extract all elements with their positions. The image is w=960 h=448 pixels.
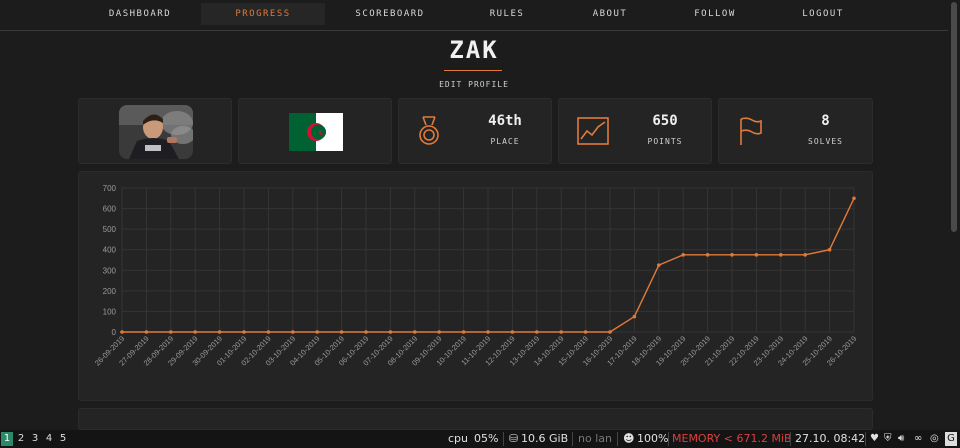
lan-status: no lan: [578, 432, 612, 445]
battery-icon: ☻: [623, 432, 635, 445]
y-tick-label: 400: [103, 246, 117, 255]
progress-chart: 010020030040050060070026-09-201927-09-20…: [93, 184, 858, 368]
workspace-1[interactable]: 1: [1, 432, 13, 446]
y-tick-label: 700: [103, 184, 117, 193]
tray-volume-icon[interactable]: 🔊︎: [898, 432, 904, 446]
title-underline: [444, 70, 502, 71]
clock: 27.10. 08:42: [795, 432, 866, 445]
edit-profile-link[interactable]: EDIT PROFILE: [0, 80, 948, 89]
data-point: [193, 330, 197, 334]
chart-icon: [575, 113, 611, 149]
solves-label: SOLVES: [808, 137, 843, 146]
data-point: [852, 196, 856, 201]
data-point: [217, 330, 222, 334]
tray-app-icon[interactable]: ◎: [930, 432, 939, 446]
place-value: 46th: [488, 113, 522, 129]
disk-usage: 10.6 GiB: [521, 432, 569, 445]
medal-icon: [411, 113, 447, 149]
nav-scoreboard[interactable]: SCOREBOARD: [328, 3, 452, 25]
y-tick-label: 600: [103, 205, 117, 214]
points-value: 650: [652, 113, 678, 129]
solves-value: 8: [821, 113, 830, 129]
country-card: [238, 98, 392, 164]
nav-logout[interactable]: LOGOUT: [761, 3, 885, 25]
data-point: [315, 330, 319, 334]
data-point: [388, 330, 393, 334]
cpu-label: cpu: [448, 432, 469, 445]
place-card: 46th PLACE: [398, 98, 552, 164]
tray-g-icon[interactable]: G: [945, 432, 957, 446]
separator: [503, 432, 504, 446]
y-tick-label: 300: [103, 266, 117, 275]
disk-icon: ⛁: [509, 432, 519, 445]
data-point: [559, 330, 563, 334]
separator: [865, 432, 866, 446]
tray-shield-icon[interactable]: ⛨: [884, 432, 892, 446]
scrollbar-thumb[interactable]: [951, 2, 957, 232]
separator: [572, 432, 573, 446]
data-point: [486, 330, 490, 334]
data-point: [461, 330, 466, 334]
separator: [617, 432, 618, 446]
y-tick-label: 0: [112, 328, 117, 337]
memory-usage: MEMORY < 671.2 MiB: [672, 432, 792, 445]
battery-level: 100%: [637, 432, 669, 445]
flag-icon: [731, 113, 767, 149]
data-point: [364, 330, 368, 334]
workspace-4[interactable]: 4: [43, 432, 55, 446]
data-point: [632, 314, 637, 319]
nav-progress[interactable]: PROGRESS: [201, 3, 325, 25]
separator: [790, 432, 791, 446]
next-card: [78, 408, 873, 430]
place-label: PLACE: [490, 137, 520, 146]
separator: [668, 432, 669, 446]
data-point: [608, 330, 612, 334]
tray-link-icon[interactable]: ∞: [914, 432, 922, 446]
progress-chart-card: 0 100 200 300 400 500 600 700 26-09-2019 27-09-20…: [78, 171, 873, 401]
data-point: [583, 330, 588, 334]
avatar-card: [78, 98, 232, 164]
page-title: ZAK: [449, 36, 499, 64]
data-point: [754, 253, 759, 257]
taskbar: 1 2 3 4 5 cpu 05% ⛁ 10.6 GiB no lan ☻ 10…: [0, 430, 960, 448]
tray-heart-icon[interactable]: ♥: [870, 432, 879, 446]
data-point: [242, 330, 246, 334]
data-point: [803, 253, 807, 257]
data-point: [510, 330, 515, 334]
data-point: [120, 330, 124, 334]
nav-dashboard[interactable]: DASHBOARD: [78, 3, 202, 25]
data-point: [413, 330, 417, 334]
data-point: [339, 330, 344, 334]
points-label: POINTS: [647, 137, 683, 146]
data-point: [779, 253, 783, 257]
solves-card: 8 SOLVES: [718, 98, 873, 164]
data-point: [657, 263, 661, 267]
data-point: [681, 253, 685, 257]
data-point: [535, 330, 539, 334]
data-point: [827, 247, 832, 252]
workspace-2[interactable]: 2: [15, 432, 27, 446]
top-nav: DASHBOARD PROGRESS SCOREBOARD RULES ABOU…: [0, 0, 948, 31]
nav-follow[interactable]: FOLLOW: [653, 3, 777, 25]
points-card: 650 POINTS: [558, 98, 712, 164]
data-point: [437, 330, 442, 334]
algeria-flag-icon: [289, 113, 343, 151]
cpu-value: 05%: [474, 432, 499, 445]
y-tick-label: 200: [103, 287, 117, 296]
data-point: [144, 330, 149, 334]
avatar: [119, 105, 193, 159]
workspace-3[interactable]: 3: [29, 432, 41, 446]
scrollbar[interactable]: [948, 0, 960, 428]
data-point: [730, 253, 734, 257]
data-point: [705, 253, 710, 257]
workspace-5[interactable]: 5: [57, 432, 69, 446]
y-tick-label: 100: [103, 307, 117, 316]
data-point: [169, 330, 173, 334]
data-point: [291, 330, 295, 334]
data-point: [266, 330, 271, 334]
y-tick-label: 500: [103, 225, 117, 234]
